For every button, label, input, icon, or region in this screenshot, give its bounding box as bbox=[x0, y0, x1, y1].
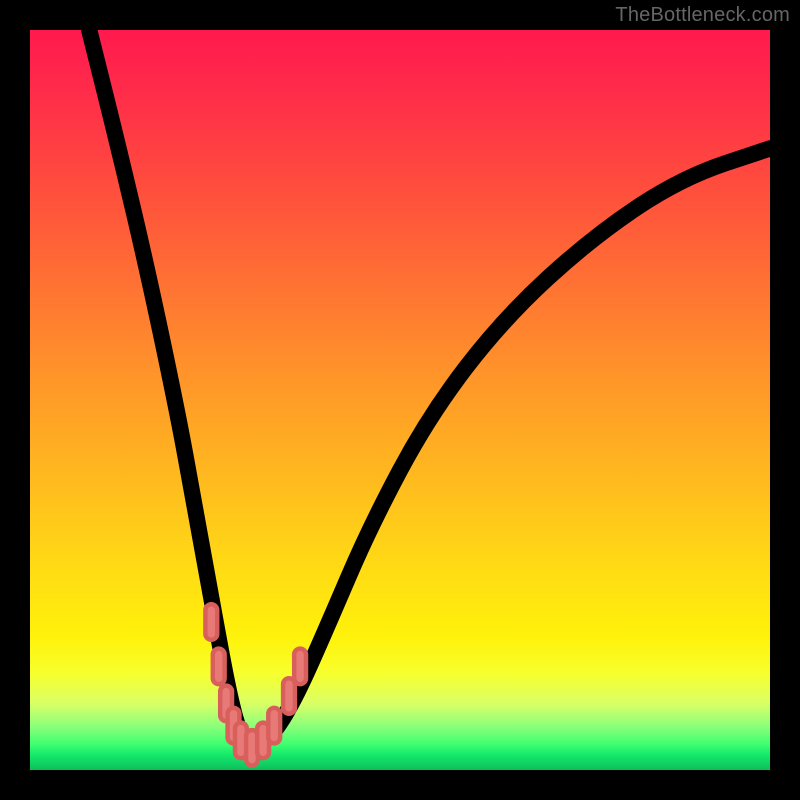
curve-marker bbox=[205, 604, 217, 640]
watermark-text: TheBottleneck.com bbox=[615, 4, 790, 27]
chart-svg bbox=[30, 30, 770, 770]
chart-container: TheBottleneck.com bbox=[0, 0, 800, 800]
curve-marker bbox=[294, 649, 306, 685]
bottleneck-curve bbox=[89, 30, 770, 747]
curve-marker bbox=[213, 649, 225, 685]
curve-marker bbox=[268, 708, 280, 744]
curve-marker bbox=[283, 678, 295, 714]
plot-area bbox=[30, 30, 770, 770]
